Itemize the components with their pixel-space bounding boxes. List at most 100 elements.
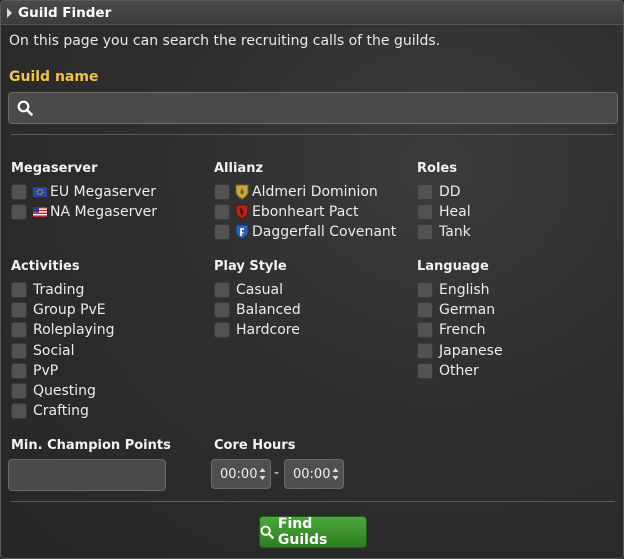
option-japanese[interactable]: Japanese <box>417 341 503 361</box>
option-label: Social <box>33 342 75 359</box>
find-guilds-button[interactable]: Find Guilds <box>259 516 367 548</box>
option-hardcore[interactable]: Hardcore <box>214 320 301 340</box>
checkbox[interactable] <box>11 184 27 201</box>
checkbox[interactable] <box>214 184 230 201</box>
option-aldmeri-dominion[interactable]: Aldmeri Dominion <box>214 182 396 202</box>
checkbox[interactable] <box>417 224 433 241</box>
option-label: German <box>439 302 496 319</box>
option-ebonheart-pact[interactable]: Ebonheart Pact <box>214 202 396 222</box>
option-crafting[interactable]: Crafting <box>11 401 114 421</box>
checkbox[interactable] <box>214 282 230 299</box>
checkbox[interactable] <box>417 362 433 379</box>
playstyle-heading: Play Style <box>214 259 287 274</box>
champion-points-label-wrap: Min. Champion Points <box>11 438 171 459</box>
option-label: Group PvE <box>33 302 106 319</box>
divider-top <box>11 134 615 135</box>
option-label: Trading <box>33 282 85 299</box>
activities-heading: Activities <box>11 259 80 274</box>
option-german[interactable]: German <box>417 300 503 320</box>
option-french[interactable]: French <box>417 320 503 340</box>
option-label: Heal <box>439 204 471 221</box>
option-trading[interactable]: Trading <box>11 280 114 300</box>
option-label: Ebonheart Pact <box>252 204 359 221</box>
core-hours-label: Core Hours <box>214 438 296 453</box>
aldmeri-shield-icon <box>235 184 249 200</box>
option-na-megaserver[interactable]: NA Megaserver <box>11 202 157 222</box>
option-balanced[interactable]: Balanced <box>214 300 301 320</box>
option-pvp[interactable]: PvP <box>11 361 114 381</box>
checkbox[interactable] <box>417 342 433 359</box>
option-casual[interactable]: Casual <box>214 280 301 300</box>
core-hours-from-select[interactable]: 00:00 <box>211 459 271 489</box>
checkbox[interactable] <box>417 322 433 339</box>
allianz-heading: Allianz <box>214 161 264 176</box>
checkbox[interactable] <box>214 204 230 221</box>
option-label: French <box>439 322 486 339</box>
playstyle-group: Play Style Casual Balanced Hardcore <box>214 259 301 341</box>
option-label: Roleplaying <box>33 322 115 339</box>
core-hours-to-value: 00:00 <box>293 466 331 482</box>
roles-heading: Roles <box>417 161 457 176</box>
checkbox[interactable] <box>11 204 27 221</box>
checkbox[interactable] <box>417 184 433 201</box>
megaserver-group: Megaserver EU Megaserver NA Megaserver <box>11 161 157 222</box>
option-label: NA Megaserver <box>50 204 157 221</box>
spinner-arrows-icon[interactable] <box>259 467 266 481</box>
champion-points-label: Min. Champion Points <box>11 438 171 453</box>
option-heal[interactable]: Heal <box>417 202 471 222</box>
option-eu-megaserver[interactable]: EU Megaserver <box>11 182 157 202</box>
checkbox[interactable] <box>214 302 230 319</box>
checkbox[interactable] <box>11 322 27 339</box>
option-roleplaying[interactable]: Roleplaying <box>11 320 114 340</box>
find-guilds-label: Find Guilds <box>277 516 328 548</box>
intro-text: On this page you can search the recruiti… <box>9 33 441 49</box>
checkbox[interactable] <box>11 282 27 299</box>
checkbox[interactable] <box>11 362 27 379</box>
language-group: Language English German French Japanese … <box>417 259 503 381</box>
option-questing[interactable]: Questing <box>11 381 114 401</box>
option-other[interactable]: Other <box>417 361 503 381</box>
roles-group: Roles DD Heal Tank <box>417 161 471 243</box>
option-label: Daggerfall Covenant <box>252 224 397 241</box>
option-label: Aldmeri Dominion <box>252 184 378 201</box>
champion-points-input[interactable] <box>8 459 166 491</box>
option-label: DD <box>439 184 461 201</box>
option-label: Other <box>439 362 479 379</box>
ebonheart-shield-icon <box>235 204 249 220</box>
option-tank[interactable]: Tank <box>417 222 471 242</box>
option-social[interactable]: Social <box>11 341 114 361</box>
option-dd[interactable]: DD <box>417 182 471 202</box>
megaserver-heading: Megaserver <box>11 161 98 176</box>
option-label: Crafting <box>33 403 89 420</box>
checkbox[interactable] <box>417 302 433 319</box>
divider-bottom <box>11 501 615 502</box>
core-hours-from-value: 00:00 <box>220 466 258 482</box>
checkbox[interactable] <box>11 342 27 359</box>
spinner-arrows-icon[interactable] <box>332 467 339 481</box>
guild-name-search-field[interactable] <box>8 92 618 124</box>
checkbox[interactable] <box>11 403 27 420</box>
checkbox[interactable] <box>11 302 27 319</box>
option-label: Balanced <box>236 302 301 319</box>
option-label: EU Megaserver <box>50 184 157 201</box>
core-hours-label-wrap: Core Hours <box>214 438 295 459</box>
checkbox[interactable] <box>11 383 27 400</box>
option-label: Questing <box>33 383 96 400</box>
option-daggerfall-covenant[interactable]: Daggerfall Covenant <box>214 222 396 242</box>
us-flag-icon <box>33 207 47 218</box>
core-hours-to-select[interactable]: 00:00 <box>284 459 344 489</box>
guild-name-input[interactable] <box>39 99 609 117</box>
option-english[interactable]: English <box>417 280 503 300</box>
option-group-pve[interactable]: Group PvE <box>11 300 114 320</box>
collapse-triangle-icon[interactable] <box>7 7 12 18</box>
checkbox[interactable] <box>214 224 230 241</box>
checkbox[interactable] <box>417 282 433 299</box>
option-label: Japanese <box>439 342 503 359</box>
language-heading: Language <box>417 259 489 274</box>
title-bar[interactable]: Guild Finder <box>1 1 623 25</box>
checkbox[interactable] <box>417 204 433 221</box>
allianz-group: Allianz Aldmeri Dominion Ebonheart Pact <box>214 161 396 243</box>
checkbox[interactable] <box>214 322 230 339</box>
daggerfall-shield-icon <box>235 224 249 241</box>
option-label: Casual <box>236 282 283 299</box>
